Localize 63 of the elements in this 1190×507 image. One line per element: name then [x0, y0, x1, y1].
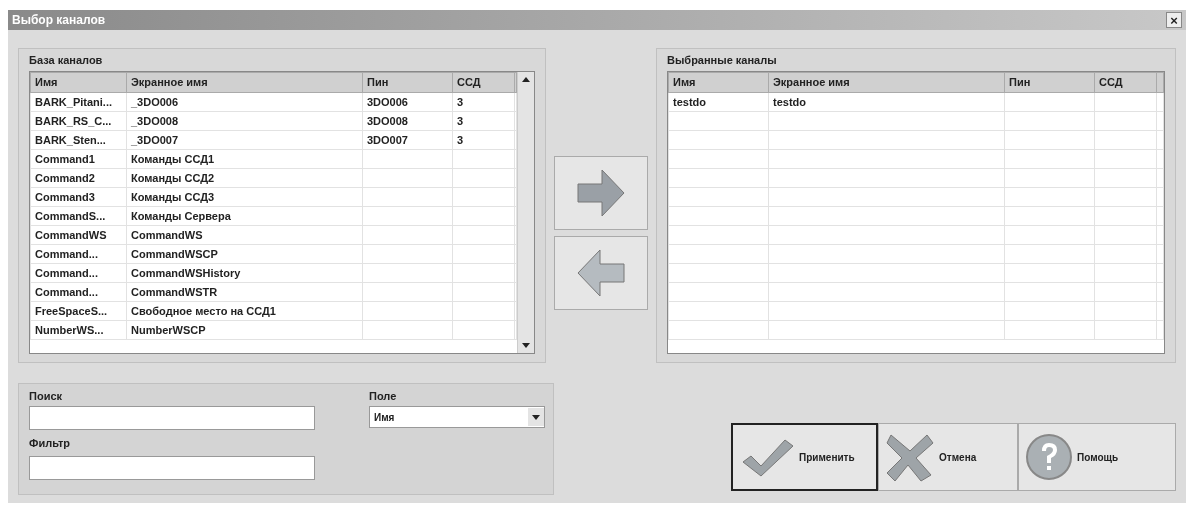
apply-button[interactable]: Применить: [731, 423, 878, 491]
table-cell: 3DO008: [362, 111, 453, 131]
table-cell: Команды ССД2: [126, 168, 363, 188]
field-dropdown[interactable]: Имя: [369, 406, 545, 428]
dropdown-arrow-icon: [532, 414, 540, 420]
column-header[interactable]: Экранное имя: [126, 72, 363, 93]
table-cell: testdo: [668, 92, 769, 112]
table-cell: Command3: [30, 187, 127, 207]
filter-field[interactable]: [29, 456, 315, 480]
table-cell: Command2: [30, 168, 127, 188]
table-cell: 3: [452, 92, 515, 112]
column-header[interactable]: Экранное имя: [768, 72, 1005, 93]
search-field[interactable]: [29, 406, 315, 430]
table-cell: testdo: [768, 92, 1005, 112]
close-button[interactable]: ×: [1166, 12, 1182, 28]
dropdown-arrow-button[interactable]: [528, 408, 544, 426]
table-cell: 3: [452, 130, 515, 150]
table-cell: _3DO008: [126, 111, 363, 131]
table-cell: 3DO007: [362, 130, 453, 150]
panel-label: База каналов: [29, 53, 104, 68]
column-header[interactable]: Пин: [1004, 72, 1095, 93]
help-button[interactable]: Помощь: [1018, 423, 1176, 491]
table-cell: _3DO006: [126, 92, 363, 112]
table-cell: CommandWS: [126, 225, 363, 245]
table-cell: CommandWSHistory: [126, 263, 363, 283]
table-cell: BARK_Pitani...: [30, 92, 127, 112]
remove-channel-button[interactable]: [554, 236, 648, 310]
cancel-button[interactable]: Отмена: [878, 423, 1018, 491]
scrollbar[interactable]: [517, 72, 534, 353]
scroll-down-icon[interactable]: [522, 343, 530, 348]
panel-label: Выбранные каналы: [667, 53, 778, 68]
table-cell: CommandWSTR: [126, 282, 363, 302]
table-cell: Command...: [30, 263, 127, 283]
table-cell: Команды ССД3: [126, 187, 363, 207]
column-header[interactable]: Пин: [362, 72, 453, 93]
table-cell: BARK_Sten...: [30, 130, 127, 150]
field-label: Поиск: [29, 389, 63, 404]
table-cell: Свободное место на ССД1: [126, 301, 363, 321]
table-cell: Команды ССД1: [126, 149, 363, 169]
table-cell: NumberWSCP: [126, 320, 363, 340]
table-cell: 3: [452, 111, 515, 131]
table-cell: Command...: [30, 282, 127, 302]
table-cell: 3DO006: [362, 92, 453, 112]
window-title: Выбор каналов: [12, 12, 106, 29]
column-header[interactable]: ССД: [1094, 72, 1157, 93]
table-cell: CommandWS: [30, 225, 127, 245]
column-header[interactable]: Имя: [30, 72, 127, 93]
table-cell: NumberWS...: [30, 320, 127, 340]
table-cell: CommandS...: [30, 206, 127, 226]
table-cell: Command...: [30, 244, 127, 264]
field-label: Поле: [369, 389, 398, 404]
table-cell: CommandWSCP: [126, 244, 363, 264]
field-label: Фильтр: [29, 436, 72, 451]
table-cell: _3DO007: [126, 130, 363, 150]
add-channel-button[interactable]: [554, 156, 648, 230]
scroll-up-icon[interactable]: [522, 77, 530, 82]
table-cell: FreeSpaceS...: [30, 301, 127, 321]
table-cell: BARK_RS_C...: [30, 111, 127, 131]
table-cell: Команды Сервера: [126, 206, 363, 226]
table-cell: Command1: [30, 149, 127, 169]
column-header[interactable]: Имя: [668, 72, 769, 93]
column-header[interactable]: ССД: [452, 72, 515, 93]
help-icon: [1025, 433, 1073, 481]
